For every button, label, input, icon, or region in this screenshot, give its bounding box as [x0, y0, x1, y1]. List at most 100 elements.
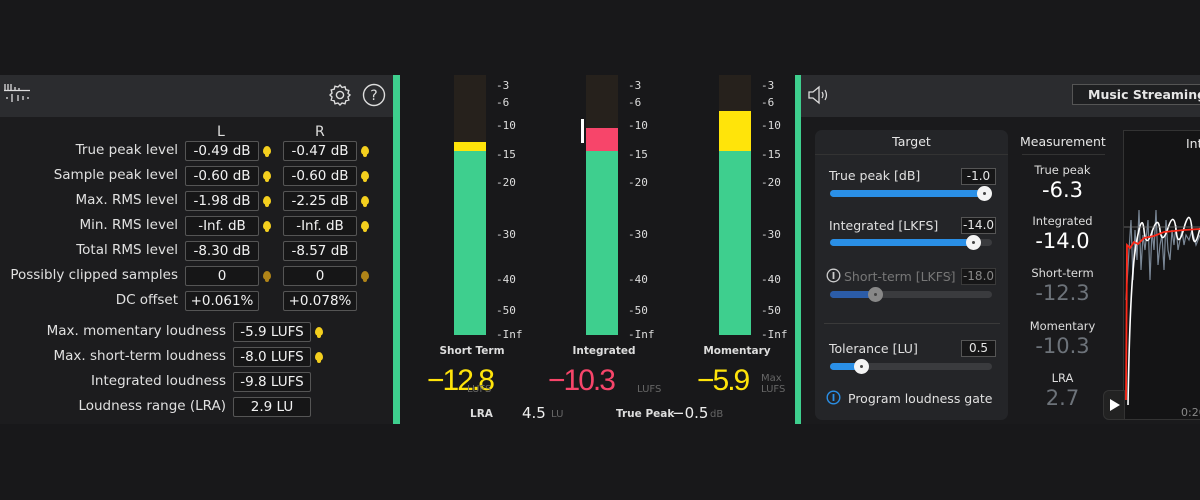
measurement-value: -14.0 — [1035, 229, 1090, 253]
meter-unit: LUFS — [467, 384, 492, 395]
scale-tick-label: -20 — [628, 176, 648, 189]
measurement-value: 2.7 — [1045, 386, 1080, 410]
true-peak-value: −0.5 — [672, 404, 709, 422]
scale-tick-label: -30 — [761, 228, 781, 241]
scale-tick-label: -6 — [628, 96, 642, 109]
gate-label: Program loudness gate — [848, 391, 993, 406]
scale-tick-label: -20 — [761, 176, 781, 189]
slider-handle[interactable] — [868, 287, 883, 302]
peak-indicator-icon[interactable] — [263, 146, 271, 157]
scale-tick-label: -40 — [496, 273, 516, 286]
loudness-value: 2.9 LU — [233, 397, 311, 417]
peak-indicator-icon[interactable] — [361, 271, 369, 282]
integrated-slider[interactable] — [830, 235, 992, 250]
peak-indicator-icon[interactable] — [315, 327, 323, 338]
measurement-label: LRA — [1051, 371, 1074, 385]
tolerance-label: Tolerance [LU] — [829, 341, 918, 356]
help-icon[interactable]: ? — [362, 83, 386, 107]
meter-label: Integrated — [572, 345, 636, 357]
true-peak-target-field[interactable]: -1.0 — [961, 168, 996, 185]
right-channel-value: 0 — [283, 266, 357, 286]
short-term-target-field[interactable]: -18.0 — [961, 268, 996, 285]
slider-handle[interactable] — [854, 359, 869, 374]
meter-fill — [586, 151, 618, 335]
measurement-value: -6.3 — [1042, 178, 1083, 202]
true-peak-target-label: True peak [dB] — [829, 168, 921, 183]
graph-title: Int — [1186, 136, 1200, 151]
scale-tick-label: -15 — [761, 148, 781, 161]
measurement-divider — [1022, 154, 1105, 155]
tolerance-field[interactable]: 0.5 — [961, 340, 996, 357]
measurement-label: Momentary — [1029, 319, 1096, 333]
scale-tick-label: -50 — [761, 304, 781, 317]
svg-text:?: ? — [370, 88, 377, 104]
right-channel-value: -0.60 dB — [283, 166, 357, 186]
meter-label: Short Term — [439, 345, 505, 357]
meter-fill — [719, 151, 751, 335]
scale-tick-label: -50 — [628, 304, 648, 317]
right-channel-value: -Inf. dB — [283, 216, 357, 236]
peak-indicator-icon[interactable] — [315, 352, 323, 363]
scale-tick-label: -15 — [628, 148, 648, 161]
left-channel-value: +0.061% — [185, 291, 259, 311]
short-term-slider[interactable] — [830, 287, 992, 302]
meter-unit: LUFS — [637, 384, 662, 395]
peak-indicator-icon[interactable] — [361, 171, 369, 182]
target-title: Target — [892, 134, 931, 149]
lra-value: 4.5 — [522, 404, 546, 422]
peak-indicator-icon[interactable] — [361, 221, 369, 232]
preset-dropdown[interactable]: Music Streaming Pla — [1072, 84, 1200, 105]
meter-readout: −5.9 — [697, 364, 750, 397]
meter-label: Momentary — [703, 345, 771, 357]
tolerance-slider[interactable] — [830, 359, 992, 374]
slider-handle[interactable] — [977, 186, 992, 201]
scale-tick-label: -10 — [496, 119, 516, 132]
stat-label: Min. RMS level — [79, 217, 178, 233]
left-channel-value: -0.60 dB — [185, 166, 259, 186]
integrated-target-label: Integrated [LKFS] — [829, 218, 939, 233]
peak-indicator-icon[interactable] — [361, 146, 369, 157]
true-peak-label: True Peak — [616, 408, 675, 420]
meter-fill — [454, 151, 486, 335]
stat-label: Sample peak level — [53, 167, 178, 183]
short-term-target-label: Short-term [LKFS] — [844, 269, 956, 284]
peak-indicator-icon[interactable] — [263, 171, 271, 182]
speaker-icon[interactable] — [807, 85, 831, 105]
right-channel-value: -0.47 dB — [283, 141, 357, 161]
preset-name: Music Streaming Pla — [1088, 87, 1200, 102]
scale-tick-label: -3 — [496, 79, 510, 92]
settings-gear-icon[interactable] — [328, 83, 352, 107]
right-channel-value: +0.078% — [283, 291, 357, 311]
meter-unit: Max LUFS — [761, 373, 786, 395]
peak-indicator-icon[interactable] — [361, 196, 369, 207]
meter-fill — [454, 142, 486, 151]
left-channel-value: -1.98 dB — [185, 191, 259, 211]
scale-tick-label: -40 — [628, 273, 648, 286]
scale-tick-label: -3 — [761, 79, 775, 92]
peak-indicator-icon[interactable] — [263, 196, 271, 207]
scale-tick-label: -3 — [628, 79, 642, 92]
stat-label: Max. RMS level — [75, 192, 178, 208]
integrated-target-field[interactable]: -14.0 — [961, 217, 996, 234]
stat-label: True peak level — [75, 142, 178, 158]
short-term-toggle-icon[interactable] — [826, 268, 841, 283]
chevron-down-icon[interactable]: ⌄ — [946, 268, 954, 279]
meter-fill — [719, 111, 751, 151]
column-header-r: R — [315, 124, 325, 140]
true-peak-unit: dB — [710, 409, 724, 420]
left-channel-value: -Inf. dB — [185, 216, 259, 236]
gate-toggle-icon[interactable] — [826, 390, 841, 405]
loudness-value: -9.8 LUFS — [233, 372, 311, 392]
true-peak-slider[interactable] — [830, 186, 992, 201]
scale-tick-label: -30 — [496, 228, 516, 241]
play-button[interactable] — [1103, 390, 1125, 420]
target-divider — [824, 323, 1000, 324]
scale-tick-label: -6 — [761, 96, 775, 109]
slider-handle[interactable] — [966, 235, 981, 250]
integrated-target-marker — [581, 119, 584, 143]
loudness-meter-bar — [586, 75, 618, 335]
peak-indicator-icon[interactable] — [263, 271, 271, 282]
right-channel-value: -2.25 dB — [283, 191, 357, 211]
left-channel-value: -0.49 dB — [185, 141, 259, 161]
peak-indicator-icon[interactable] — [263, 221, 271, 232]
